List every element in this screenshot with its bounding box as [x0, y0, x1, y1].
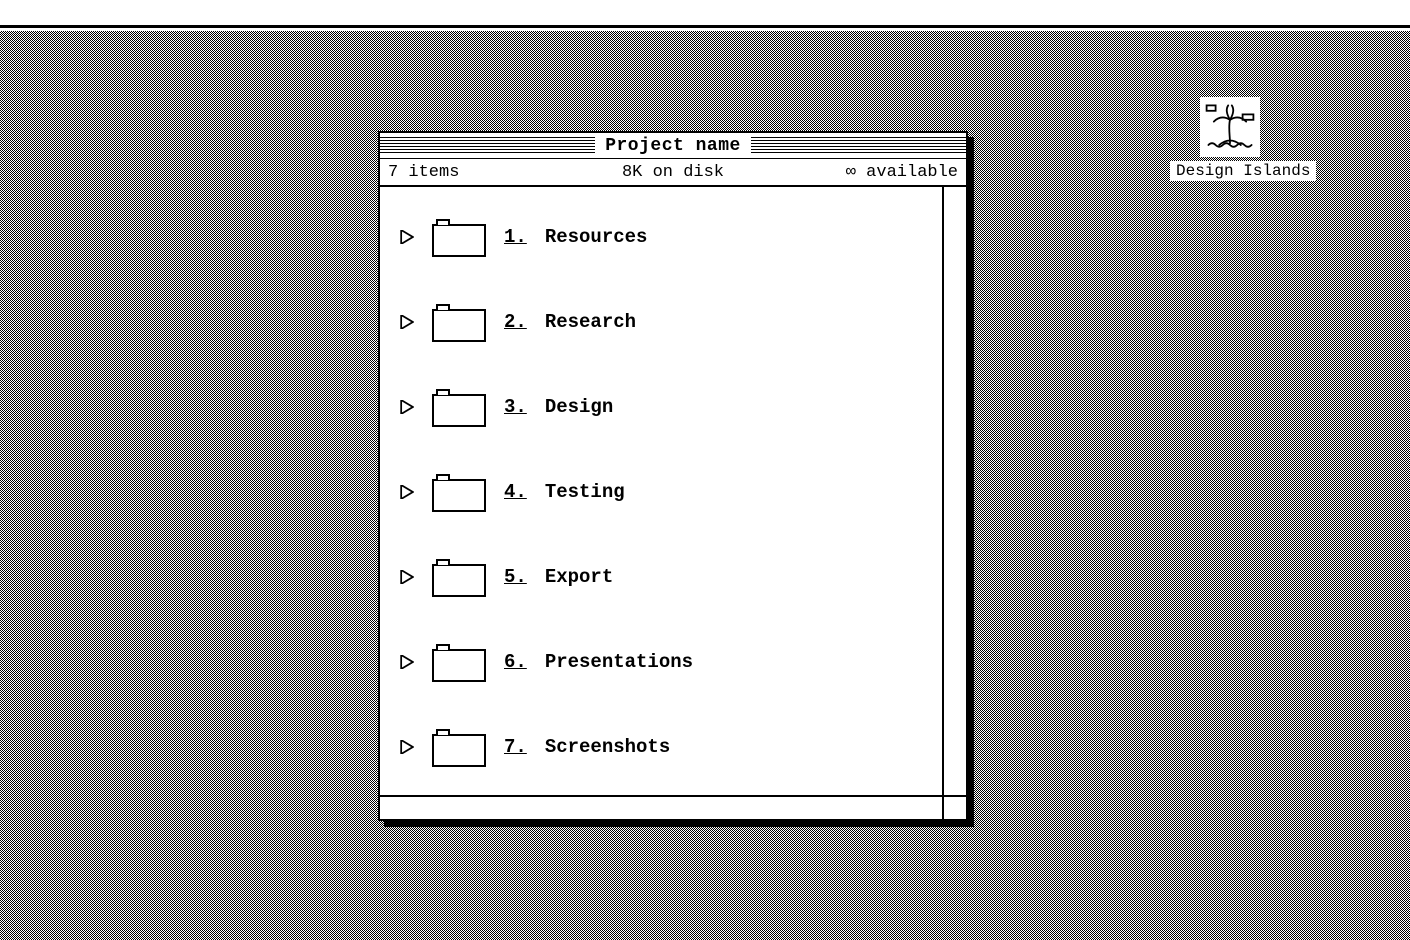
info-available: ∞ available — [768, 163, 958, 182]
folder-name: Design — [545, 396, 613, 418]
folder-row[interactable]: 4. Testing — [400, 462, 934, 522]
folder-row[interactable]: 6. Presentations — [400, 632, 934, 692]
folder-icon[interactable] — [432, 472, 486, 512]
folder-row[interactable]: 5. Export — [400, 547, 934, 607]
desktop[interactable]: Design Islands Project name 7 items 8K o… — [0, 31, 1410, 940]
folder-icon[interactable] — [432, 217, 486, 257]
vertical-scrollbar[interactable] — [942, 187, 966, 795]
folder-number: 2. — [504, 311, 527, 333]
folder-name: Testing — [545, 481, 625, 503]
folder-icon[interactable] — [432, 557, 486, 597]
folder-icon[interactable] — [432, 387, 486, 427]
disclosure-triangle-icon[interactable] — [400, 230, 414, 244]
folder-row[interactable]: 7. Screenshots — [400, 717, 934, 777]
folder-icon[interactable] — [432, 642, 486, 682]
folder-number: 6. — [504, 651, 527, 673]
folder-number: 3. — [504, 396, 527, 418]
folder-row[interactable]: 2. Research — [400, 292, 934, 352]
folder-icon[interactable] — [432, 302, 486, 342]
folder-number: 5. — [504, 566, 527, 588]
folder-number: 4. — [504, 481, 527, 503]
folder-list: 1. Resources 2. Research 3. Design 4. Testing 5.… — [380, 187, 942, 795]
window-title: Project name — [595, 136, 751, 156]
disclosure-triangle-icon[interactable] — [400, 570, 414, 584]
disk-design-islands[interactable]: Design Islands — [1170, 97, 1290, 181]
info-bar: 7 items 8K on disk ∞ available — [380, 159, 966, 187]
island-icon — [1200, 97, 1260, 157]
disclosure-triangle-icon[interactable] — [400, 655, 414, 669]
disclosure-triangle-icon[interactable] — [400, 740, 414, 754]
horizontal-scrollbar[interactable] — [380, 797, 942, 819]
disclosure-triangle-icon[interactable] — [400, 485, 414, 499]
folder-row[interactable]: 3. Design — [400, 377, 934, 437]
resize-grip[interactable] — [942, 797, 966, 819]
disk-label: Design Islands — [1170, 161, 1316, 181]
menubar[interactable] — [0, 0, 1410, 28]
finder-window: Project name 7 items 8K on disk ∞ availa… — [378, 131, 968, 821]
folder-name: Resources — [545, 226, 648, 248]
folder-name: Export — [545, 566, 613, 588]
folder-name: Presentations — [545, 651, 693, 673]
folder-number: 1. — [504, 226, 527, 248]
folder-icon[interactable] — [432, 727, 486, 767]
folder-name: Screenshots — [545, 736, 670, 758]
info-disk-usage: 8K on disk — [578, 163, 768, 182]
folder-name: Research — [545, 311, 636, 333]
disclosure-triangle-icon[interactable] — [400, 315, 414, 329]
folder-row[interactable]: 1. Resources — [400, 207, 934, 267]
folder-number: 7. — [504, 736, 527, 758]
info-item-count: 7 items — [388, 163, 578, 182]
disclosure-triangle-icon[interactable] — [400, 400, 414, 414]
titlebar[interactable]: Project name — [380, 133, 966, 159]
